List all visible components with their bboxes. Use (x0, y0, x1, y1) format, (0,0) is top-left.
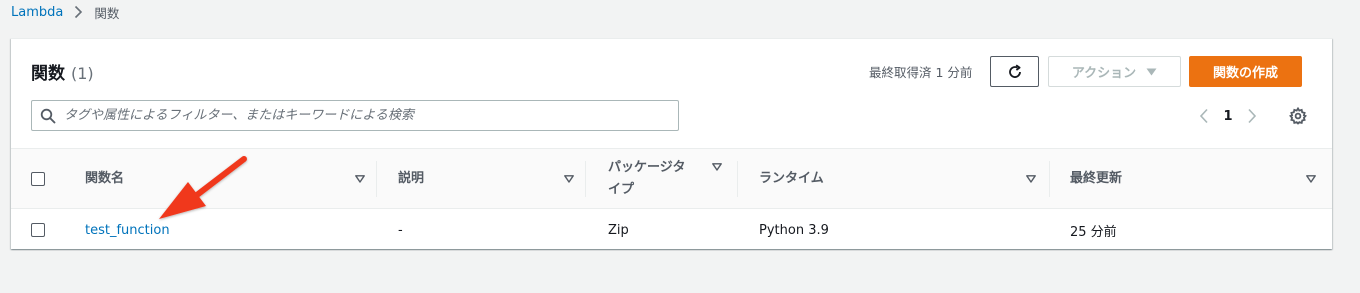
column-divider (1049, 161, 1050, 197)
select-all-checkbox[interactable] (31, 171, 45, 186)
functions-table: 関数名 説明 パッケージタイプ ランタイム 最終更新 test_function… (11, 148, 1332, 251)
function-name-cell: test_function (85, 209, 170, 251)
sort-down-icon (1026, 175, 1036, 183)
sort-down-icon (355, 175, 365, 183)
sort-down-icon (712, 163, 722, 171)
actions-dropdown-button[interactable]: アクション (1048, 56, 1181, 87)
page-number-button[interactable]: 1 (1217, 109, 1239, 124)
table-body: test_function - Zip Python 3.9 25 分前 (11, 209, 1332, 251)
column-header-label: 関数名 (85, 170, 125, 186)
function-name-link[interactable]: test_function (85, 223, 170, 238)
filter-search-box[interactable] (31, 100, 679, 131)
column-header-name[interactable]: 関数名 (85, 149, 365, 208)
row-select-cell (31, 209, 45, 251)
function-count: (1) (71, 64, 94, 83)
column-header-label: 説明 (398, 170, 425, 186)
last-modified-cell: 25 分前 (1070, 224, 1117, 240)
breadcrumb-lambda-link[interactable]: Lambda (11, 5, 63, 20)
table-header: 関数名 説明 パッケージタイプ ランタイム 最終更新 (11, 148, 1332, 209)
row-checkbox[interactable] (31, 223, 45, 237)
refresh-button[interactable] (990, 56, 1039, 87)
page-title: 関数 (1) (31, 59, 94, 84)
sort-down-icon (564, 175, 574, 183)
column-header-label: 最終更新 (1070, 170, 1123, 186)
description-cell: - (398, 222, 403, 238)
column-divider (737, 161, 738, 197)
next-page-button[interactable] (1241, 105, 1263, 127)
select-all-cell (31, 149, 45, 208)
table-row: test_function - Zip Python 3.9 25 分前 (11, 209, 1332, 251)
breadcrumb-current: 関数 (94, 5, 120, 21)
sort-down-icon (1306, 175, 1316, 183)
table-settings-button[interactable] (1287, 105, 1309, 127)
actions-label: アクション (1071, 66, 1137, 81)
pagination: 1 (1193, 105, 1263, 127)
column-header-label: ランタイム (759, 170, 824, 186)
column-divider (585, 161, 586, 197)
previous-page-button[interactable] (1193, 105, 1215, 127)
caret-down-icon (1146, 68, 1157, 76)
column-header-label: パッケージタイプ (608, 159, 686, 197)
column-header-runtime[interactable]: ランタイム (759, 149, 1036, 208)
column-header-package-type[interactable]: パッケージタイプ (608, 149, 722, 208)
refresh-icon (1007, 63, 1023, 80)
column-divider (376, 161, 377, 197)
search-input[interactable] (64, 101, 678, 130)
runtime-cell: Python 3.9 (759, 222, 829, 238)
column-header-last-modified[interactable]: 最終更新 (1070, 149, 1316, 208)
create-function-button[interactable]: 関数の作成 (1189, 56, 1302, 87)
panel-title-text: 関数 (31, 64, 65, 84)
gear-icon (1289, 107, 1307, 125)
breadcrumb: Lambda 関数 (11, 3, 119, 21)
functions-panel: 関数 (1) 最終取得済 1 分前 アクション 関数の作成 1 (11, 38, 1332, 249)
package-type-cell: Zip (608, 222, 629, 238)
column-header-description[interactable]: 説明 (398, 149, 574, 208)
search-icon (40, 108, 56, 124)
chevron-right-icon (74, 5, 85, 19)
last-fetched-label: 最終取得済 1 分前 (869, 65, 973, 80)
